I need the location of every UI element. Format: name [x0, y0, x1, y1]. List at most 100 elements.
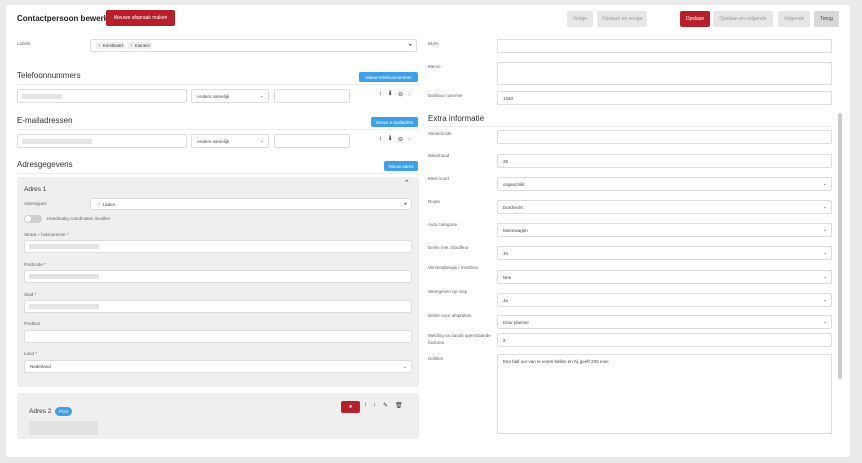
phone-extra-input[interactable]	[274, 89, 350, 103]
chevron-down-icon: ⌄	[822, 227, 827, 233]
call-select[interactable]: Door planner ⌄	[497, 315, 832, 329]
memo-textarea[interactable]	[497, 62, 832, 85]
postcode-label: Postcode *	[24, 262, 46, 267]
address-title: Adresgegevens	[17, 160, 73, 169]
chevron-down-icon: ⌄	[822, 319, 827, 325]
trash-icon[interactable]: 🗑	[395, 402, 403, 409]
pobox-label: Postbus	[24, 321, 41, 326]
share-select[interactable]: Ja ⌄	[497, 246, 832, 260]
chevron-down-icon: ⌄	[822, 204, 827, 210]
manual-coords-label: Handmatig coördinaten invullen	[47, 216, 111, 221]
phones-title: Telefoonnummers	[17, 71, 81, 80]
iban-label: IBAN	[428, 41, 439, 46]
form-content: Labels × Kerstkaart × Klanten ▸ Telefoonnu…	[6, 33, 850, 457]
new-address-button[interactable]: Nieuw adres	[384, 161, 418, 171]
call-label: Bellen voor afspraken	[428, 313, 472, 318]
star-icon[interactable]: ☆	[407, 91, 412, 98]
remove-tag-icon[interactable]: ×	[130, 43, 133, 48]
report-input[interactable]: 2	[497, 333, 832, 347]
email-extra-input[interactable]	[274, 134, 350, 148]
report-label: Melding na aantal openstaande facturen	[428, 333, 491, 345]
blurred-text	[29, 244, 99, 249]
street-label: Straat + huisnummer *	[24, 232, 69, 237]
proof-select[interactable]: Nee ⌄	[497, 270, 832, 284]
bin-input[interactable]: 25	[497, 154, 832, 168]
info-icon[interactable]: ℹ	[389, 90, 391, 97]
sort-arrows-icon[interactable]: ↕	[379, 91, 382, 97]
remove-tag-icon[interactable]: ×	[98, 202, 101, 207]
minus-circle-icon[interactable]: ⊖	[398, 91, 403, 98]
country-label: Land *	[24, 351, 38, 356]
route-label: Route	[428, 199, 441, 204]
phone-type-select[interactable]: Anders namelijk ⌄	[191, 89, 269, 103]
chevron-down-icon: ⌄	[259, 93, 264, 99]
divider	[17, 129, 419, 130]
chevron-down-icon: ⌄	[822, 297, 827, 303]
manure-label: Mest soort	[428, 176, 450, 181]
pobox-input[interactable]	[24, 330, 412, 343]
scrollbar[interactable]	[838, 113, 842, 379]
chevron-right-icon: ▸	[409, 42, 412, 48]
blurred-text	[29, 304, 99, 309]
divider	[17, 173, 419, 174]
top-bar: Contactpersoon bewerken Nieuwe afspraak …	[6, 5, 850, 33]
chevron-down-icon: ⌄	[822, 181, 827, 187]
new-appointment-button[interactable]: Nieuwe afspraak maken	[106, 10, 175, 26]
location-pin-button[interactable]: ●	[341, 401, 360, 413]
blurred-text	[29, 421, 98, 435]
divider	[17, 84, 419, 85]
chevron-down-icon: ⌄	[822, 274, 827, 280]
address-2-title: Adres 2	[29, 408, 52, 415]
remove-tag-icon[interactable]: ×	[98, 43, 101, 48]
address-types-select[interactable]: × Laden ▸	[90, 198, 412, 210]
memo-label: Memo	[428, 64, 441, 69]
proof-label: Verzendbewijs / mestbon	[428, 265, 479, 270]
edit-icon[interactable]: ✎	[383, 402, 388, 409]
tag-laden[interactable]: × Laden	[96, 201, 117, 208]
notes-textarea[interactable]: Een half uur van te voren bellen en hij …	[497, 354, 832, 434]
key-input[interactable]	[497, 130, 832, 144]
info-icon[interactable]: ℹ	[389, 135, 391, 142]
save-prev-button[interactable]: Opslaan en vorige	[597, 11, 647, 27]
email-type-select[interactable]: Anders namelijk ⌄	[191, 134, 269, 148]
address-types-label: Adrestypes	[24, 201, 47, 206]
address-2-badge: Post	[55, 407, 73, 416]
save-button[interactable]: Opslaan	[680, 11, 710, 27]
notes-label: Notities	[428, 356, 444, 361]
manure-select[interactable]: ongeschikt ⌄	[497, 177, 832, 191]
back-button[interactable]: Terug	[814, 11, 839, 27]
sort-arrows-icon[interactable]: ↕	[364, 402, 367, 408]
share-label: Delen met chauffeur	[428, 245, 469, 250]
map-select[interactable]: Ja ⌄	[497, 293, 832, 307]
blurred-text	[29, 274, 99, 279]
labels-select[interactable]: × Kerstkaart × Klanten ▸	[90, 39, 417, 52]
divider	[428, 126, 833, 127]
labels-label: Labels	[17, 41, 31, 46]
blurred-text	[22, 139, 92, 144]
star-icon[interactable]: ☆	[407, 136, 412, 143]
blurred-text	[22, 94, 62, 99]
car-select[interactable]: Motorwagen ⌄	[497, 223, 832, 237]
collapse-chevron-icon[interactable]: ⌃	[404, 179, 410, 187]
manual-coords-toggle[interactable]	[24, 215, 42, 223]
country-select[interactable]: Nederland ⌄	[24, 360, 412, 373]
next-button[interactable]: Volgende	[778, 11, 810, 27]
city-label: Stad *	[24, 292, 37, 297]
sort-arrows-icon[interactable]: ↕	[379, 136, 382, 142]
sort-down-icon[interactable]: ↓	[373, 402, 376, 408]
route-select[interactable]: Dordrecht ⌄	[497, 200, 832, 214]
key-label: Sleutelcode	[428, 131, 452, 136]
chevron-down-icon: ⌄	[402, 364, 407, 370]
tag-klanten[interactable]: × Klanten	[128, 42, 153, 49]
debtor-input[interactable]: 1340	[497, 91, 832, 105]
new-phone-button[interactable]: Nieuw telefoonnummer	[359, 72, 418, 82]
tag-kerstkaart[interactable]: × Kerstkaart	[96, 42, 126, 49]
minus-circle-icon[interactable]: ⊖	[398, 136, 403, 143]
iban-input[interactable]	[497, 39, 832, 53]
car-label: Auto categorie	[428, 222, 458, 227]
app-window: Contactpersoon bewerken Nieuwe afspraak …	[6, 5, 850, 457]
save-next-button[interactable]: Opslaan en volgende	[713, 11, 773, 27]
chevron-right-icon: ▸	[404, 201, 407, 207]
prev-button[interactable]: Vorige	[567, 11, 593, 27]
new-email-button[interactable]: Nieuw e-mailadres	[371, 117, 418, 127]
